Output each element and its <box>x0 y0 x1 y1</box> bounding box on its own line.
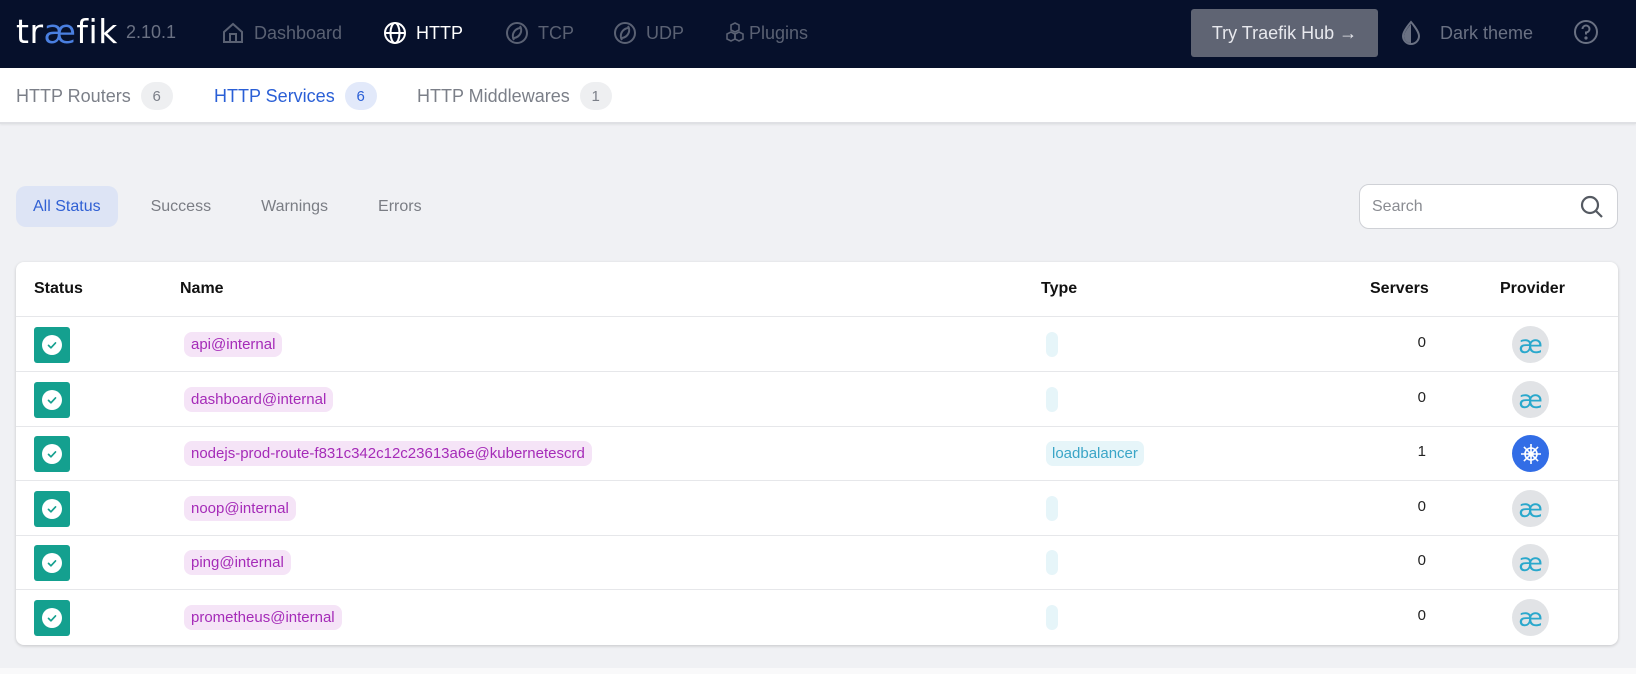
tab-http-middlewares-count: 1 <box>579 82 612 110</box>
status-success-icon <box>34 436 70 473</box>
servers-count: 0 <box>1417 607 1426 624</box>
nav-tcp-label: TCP <box>538 22 574 43</box>
tcp-icon <box>506 22 528 44</box>
kubernetes-provider-icon <box>1512 435 1549 473</box>
nav-udp[interactable]: UDP <box>613 18 684 48</box>
internal-provider-icon: æ <box>1512 544 1549 582</box>
nav-dashboard[interactable]: Dashboard <box>221 18 342 48</box>
service-type-chip <box>1046 495 1058 521</box>
home-icon <box>223 22 243 43</box>
help-circle-icon[interactable] <box>1573 19 1599 45</box>
top-navbar: træfik 2.10.1 Dashboard HTTP TCP UDP Plu… <box>0 0 1636 68</box>
nav-http[interactable]: HTTP <box>383 18 463 48</box>
tab-http-routers-label: HTTP Routers <box>16 85 131 106</box>
dark-theme-label: Dark theme <box>1440 22 1534 43</box>
internal-provider-icon: æ <box>1512 380 1549 418</box>
status-success-icon <box>34 490 70 527</box>
servers-count: 0 <box>1417 552 1426 570</box>
services-table: Status Name Type Servers Provider api@in… <box>16 262 1618 645</box>
internal-provider-icon: æ <box>1512 599 1549 636</box>
column-header-servers[interactable]: Servers <box>1370 280 1429 298</box>
filter-warnings[interactable]: Warnings <box>244 186 345 227</box>
table-row[interactable]: ping@internal 0 æ <box>16 535 1618 591</box>
search-box <box>1359 184 1618 229</box>
service-name-chip[interactable]: noop@internal <box>184 495 296 521</box>
table-row[interactable]: nodejs-prod-route-f831c342c12c23613a6e@k… <box>16 426 1618 482</box>
table-row[interactable]: noop@internal 0 æ <box>16 481 1618 536</box>
search-icon[interactable] <box>1579 194 1605 220</box>
table-row[interactable]: prometheus@internal 0 æ <box>16 590 1618 645</box>
servers-count: 0 <box>1417 388 1426 406</box>
nav-udp-label: UDP <box>646 22 685 43</box>
nav-plugins[interactable]: Plugins <box>723 18 808 48</box>
service-type-chip <box>1046 550 1058 576</box>
try-traefik-hub-button[interactable]: Try Traefik Hub → <box>1191 9 1378 57</box>
filter-all-status[interactable]: All Status <box>16 186 118 227</box>
tab-http-routers-count: 6 <box>140 82 173 110</box>
traefik-logo[interactable]: træfik <box>16 12 118 52</box>
search-input[interactable] <box>1372 197 1579 216</box>
status-success-icon <box>34 327 70 363</box>
service-type-chip <box>1046 386 1058 412</box>
service-name-chip[interactable]: dashboard@internal <box>184 386 334 412</box>
udp-icon <box>614 22 636 44</box>
service-name-chip[interactable]: nodejs-prod-route-f831c342c12c23613a6e@k… <box>184 441 592 467</box>
logo-text-suffix: fik <box>76 12 118 51</box>
tab-http-routers[interactable]: HTTP Routers 6 <box>16 82 173 110</box>
nav-http-label: HTTP <box>416 22 463 43</box>
tab-http-services-label: HTTP Services <box>214 85 335 106</box>
globe-icon <box>384 22 406 44</box>
status-success-icon <box>34 545 70 582</box>
service-type-chip <box>1046 605 1058 630</box>
status-success-icon <box>34 381 70 418</box>
servers-count: 0 <box>1417 334 1426 351</box>
service-name-chip[interactable]: ping@internal <box>184 550 291 576</box>
page-bottom-strip <box>0 668 1636 674</box>
plugins-cubes-icon <box>726 22 744 42</box>
tab-http-middlewares-label: HTTP Middlewares <box>417 85 570 106</box>
internal-provider-icon: æ <box>1512 489 1549 527</box>
http-subnav: HTTP Routers 6 HTTP Services 6 HTTP Midd… <box>0 68 1636 124</box>
theme-drop-icon <box>1401 20 1421 45</box>
servers-count: 1 <box>1417 443 1426 461</box>
nav-tcp[interactable]: TCP <box>505 18 574 48</box>
column-header-provider[interactable]: Provider <box>1500 280 1565 298</box>
column-header-name[interactable]: Name <box>180 280 224 298</box>
nav-dashboard-label: Dashboard <box>254 22 343 43</box>
tab-http-services[interactable]: HTTP Services 6 <box>214 82 377 110</box>
servers-count: 0 <box>1417 497 1426 515</box>
service-name-chip[interactable]: prometheus@internal <box>184 605 342 630</box>
status-success-icon <box>34 600 70 636</box>
table-header: Status Name Type Servers Provider <box>16 262 1618 317</box>
nav-plugins-label: Plugins <box>749 22 809 43</box>
internal-provider-icon: æ <box>1512 326 1549 363</box>
logo-text-prefix: tr <box>16 12 44 51</box>
service-name-chip[interactable]: api@internal <box>184 332 283 357</box>
version-label: 2.10.1 <box>126 22 177 42</box>
table-row[interactable]: dashboard@internal 0 æ <box>16 372 1618 427</box>
filter-success[interactable]: Success <box>134 186 228 227</box>
tab-http-services-count: 6 <box>344 82 377 110</box>
status-filter-group: All Status Success Warnings Errors <box>16 186 455 227</box>
column-header-status[interactable]: Status <box>34 280 83 298</box>
tab-http-middlewares[interactable]: HTTP Middlewares 1 <box>417 82 612 110</box>
service-type-chip: loadbalancer <box>1046 441 1144 467</box>
service-type-chip <box>1046 332 1058 357</box>
column-header-type[interactable]: Type <box>1041 280 1077 298</box>
logo-text-ae: æ <box>43 12 77 51</box>
table-row[interactable]: api@internal 0 æ <box>16 317 1618 372</box>
filter-errors[interactable]: Errors <box>361 186 439 227</box>
dark-theme-toggle[interactable]: Dark theme <box>1400 18 1533 48</box>
